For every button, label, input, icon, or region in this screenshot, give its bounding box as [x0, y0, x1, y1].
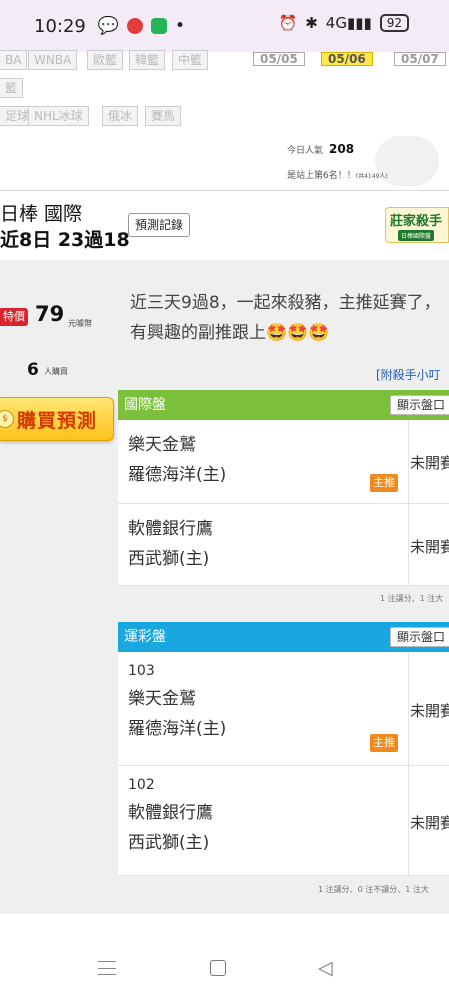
- game-status: 未開賽: [410, 454, 449, 472]
- home-icon[interactable]: [210, 960, 226, 976]
- date-tab[interactable]: 05/05: [253, 52, 305, 66]
- main-pick-tag: 主推: [370, 474, 398, 492]
- status-right: ⏰ ✱ 4G▮▮▮ 92: [279, 14, 409, 32]
- game-status: 未開賽: [410, 702, 449, 720]
- purchase-sidebar: 特價 79 元噱幣 6 人購買 $ 購買預測: [0, 260, 118, 914]
- brand-logo: 莊家殺手 日棒國際盤: [385, 207, 449, 243]
- league-chip[interactable]: WNBA: [28, 50, 78, 70]
- game-row: 樂天金鷲 羅德海洋(主) 主推 未開賽: [118, 420, 449, 504]
- matchup: 軟體銀行鷹 西武獅(主): [128, 514, 213, 574]
- matchup: 102 軟體銀行鷹 西武獅(主): [128, 772, 213, 858]
- buy-button-label: 購買預測: [17, 410, 98, 432]
- date-tab[interactable]: 05/07: [394, 52, 446, 66]
- battery-icon: 92: [379, 14, 409, 32]
- prediction-record-button[interactable]: 預測記錄: [128, 213, 191, 237]
- home-team: 西武獅(主): [128, 549, 210, 569]
- signal-icon: 4G▮▮▮: [325, 14, 372, 32]
- game-row: 102 軟體銀行鷹 西武獅(主) 未開賽: [118, 766, 449, 876]
- column-divider: [408, 420, 409, 503]
- show-odds-button[interactable]: 顯示盤口: [390, 395, 449, 415]
- status-bar: 10:29 💬 • ⏰ ✱ 4G▮▮▮ 92: [0, 0, 449, 52]
- chat-icon: 💬: [97, 16, 120, 36]
- league-chip[interactable]: BA: [0, 50, 28, 70]
- signal-text: 4G: [325, 14, 347, 32]
- buyer-count: 6: [27, 360, 39, 380]
- league-chip[interactable]: 俄冰: [102, 106, 139, 126]
- price-unit: 元噱幣: [68, 319, 92, 328]
- brand-name: 莊家殺手: [390, 214, 443, 229]
- record-summary: 近8日 23過18: [0, 229, 130, 251]
- pick-summary: 1 注讓分、0 注不讓分、1 注大: [318, 885, 429, 894]
- wechat-icon: [151, 18, 168, 34]
- category-title: 日棒 國際: [0, 203, 83, 225]
- league-chip[interactable]: 中籃: [172, 50, 209, 70]
- show-odds-button[interactable]: 顯示盤口: [390, 627, 449, 647]
- buyer-unit: 人購買: [44, 367, 68, 376]
- lottery-panel-title: 運彩盤: [124, 629, 166, 645]
- alarm-icon: ⏰: [278, 14, 298, 32]
- pick-summary: 1 注讓分、1 注大: [380, 594, 444, 603]
- column-divider: [408, 504, 409, 585]
- date-tab-active[interactable]: 05/06: [321, 52, 373, 66]
- status-time: 10:29: [34, 15, 86, 37]
- battery-level: 92: [386, 16, 402, 30]
- matchup: 103 樂天金鷲 羅德海洋(主): [128, 658, 226, 744]
- rank-text: 是站上第6名！！(共4149人): [287, 168, 388, 181]
- special-price-badge: 特價: [0, 308, 28, 326]
- home-team: 西武獅(主): [128, 833, 210, 853]
- league-chip[interactable]: 籃: [0, 78, 24, 98]
- more-dot-icon: •: [175, 16, 186, 36]
- rank-small: (共4149人): [355, 173, 388, 180]
- intl-panel-title: 國際盤: [124, 397, 166, 413]
- home-team: 羅德海洋(主): [128, 719, 227, 739]
- league-nav: BA WNBA 歐籃 韓籃 中籃 籃 足球 NHL冰球 俄冰 賽馬 05/05 …: [0, 50, 449, 190]
- buy-prediction-button[interactable]: $ 購買預測: [0, 397, 114, 441]
- game-status: 未開賽: [410, 538, 449, 556]
- game-row: 103 樂天金鷲 羅德海洋(主) 主推 未開賽: [118, 652, 449, 766]
- popular-label: 今日人氣: [287, 146, 324, 156]
- game-row: 軟體銀行鷹 西武獅(主) 未開賽: [118, 504, 449, 586]
- prediction-header: 日棒 國際 近8日 23過18 預測記錄 莊家殺手 日棒國際盤: [0, 190, 449, 260]
- matchup: 樂天金鷲 羅德海洋(主): [128, 430, 226, 490]
- menu-icon[interactable]: [98, 961, 116, 975]
- popularity: 今日人氣 208: [287, 142, 354, 156]
- attachment-link[interactable]: [附殺手小叮: [376, 366, 441, 383]
- column-divider: [408, 766, 409, 875]
- game-code: 103: [128, 663, 155, 679]
- system-nav-bar: ◁: [0, 914, 449, 1000]
- bluetooth-icon: ✱: [305, 14, 318, 32]
- home-team: 羅德海洋(主): [128, 465, 227, 485]
- league-chip[interactable]: NHL冰球: [28, 106, 89, 126]
- game-code: 102: [128, 777, 155, 793]
- away-team: 軟體銀行鷹: [128, 803, 213, 823]
- column-divider: [408, 652, 409, 765]
- back-icon[interactable]: ◁: [318, 957, 333, 979]
- lottery-panel-header: 運彩盤 顯示盤口: [118, 622, 449, 652]
- main-pick-tag: 主推: [370, 734, 398, 752]
- price-value: 79: [35, 302, 65, 326]
- brand-subtitle: 日棒國際盤: [398, 230, 435, 241]
- league-chip[interactable]: 歐籃: [87, 50, 124, 70]
- away-team: 樂天金鷲: [128, 435, 196, 455]
- app-notification-icon: [127, 18, 144, 34]
- game-status: 未開賽: [410, 814, 449, 832]
- away-team: 樂天金鷲: [128, 689, 196, 709]
- away-team: 軟體銀行鷹: [128, 519, 213, 539]
- prediction-detail: 近三天9過8，一起來殺豬，主推延賽了，有興趣的副推跟上🤩🤩🤩 [附殺手小叮 國際…: [118, 260, 449, 914]
- league-chip[interactable]: 韓籃: [129, 50, 166, 70]
- rank-label: 是站上第6名！！: [287, 171, 356, 181]
- coin-icon: $: [0, 410, 14, 428]
- intl-panel-header: 國際盤 顯示盤口: [118, 390, 449, 420]
- popular-count: 208: [329, 142, 355, 156]
- main-content: 特價 79 元噱幣 6 人購買 $ 購買預測 近三天9過8，一起來殺豬，主推延賽…: [0, 260, 449, 914]
- prediction-description: 近三天9過8，一起來殺豬，主推延賽了，有興趣的副推跟上🤩🤩🤩: [130, 293, 441, 343]
- league-chip[interactable]: 賽馬: [145, 106, 182, 126]
